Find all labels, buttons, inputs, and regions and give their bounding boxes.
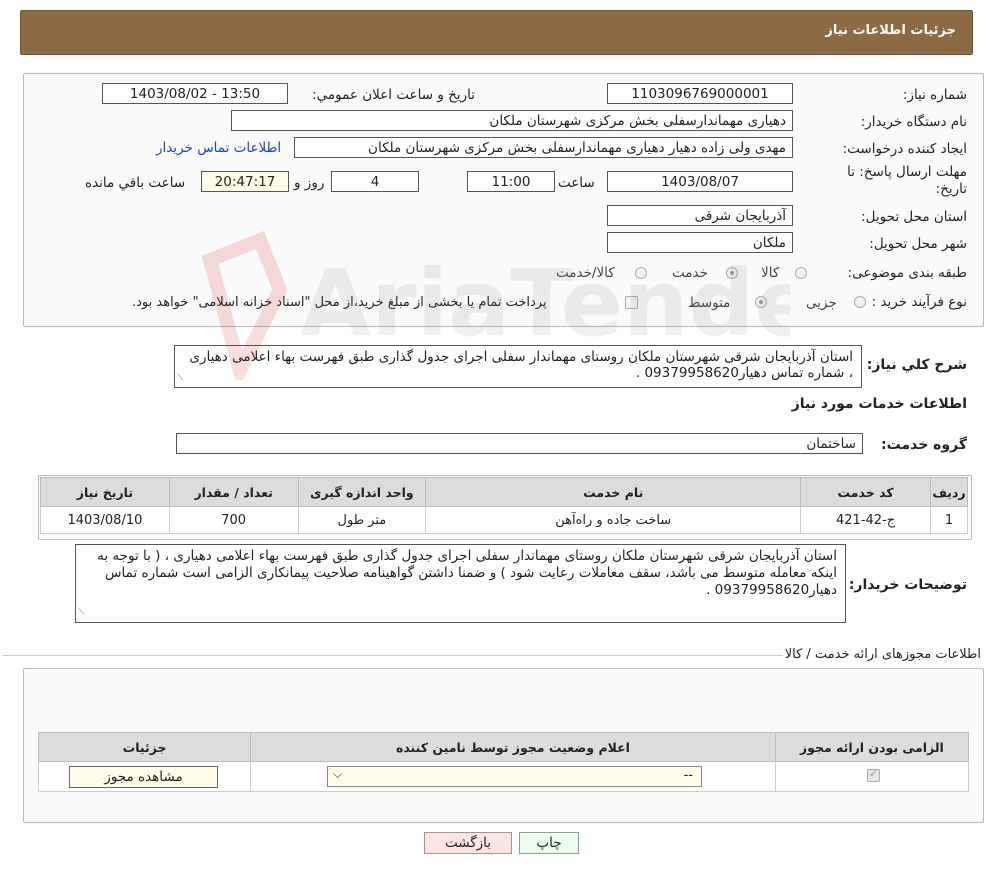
announce-label: تاریخ و ساعت اعلان عمومي: — [312, 87, 475, 103]
services-table: تاریخ نیاز تعداد / مقدار واحد اندازه گیر… — [40, 477, 969, 534]
creator-field: مهدی ولی زاده دهیار دهیاری مهماندارسفلی … — [294, 137, 793, 158]
announce-datetime-field: 1403/08/02 - 13:50 — [102, 83, 288, 104]
col-permit-required: الزامی بودن ارائه مجوز — [774, 732, 970, 762]
col-details: جزئیات — [37, 732, 252, 762]
buyer-org-label: نام دستگاه خریدار: — [860, 114, 967, 130]
page-title: جزئیات اطلاعات نیاز — [825, 23, 956, 38]
creator-label: ایجاد کننده درخواست: — [842, 141, 967, 157]
deadline-label: مهلت ارسال پاسخ: تا تاریخ: — [847, 164, 967, 197]
cell-unit: متر طول — [297, 506, 427, 534]
process-option-minor: جزیی — [806, 295, 837, 311]
check-icon: ✓ — [869, 767, 879, 780]
service-group-label: گروه خدمت: — [881, 437, 967, 453]
buyer-org-field: دهیاری مهماندارسفلی بخش مرکزی شهرستان مل… — [231, 110, 793, 131]
cell-name: ساخت جاده و راه‌آهن — [425, 506, 802, 534]
col-unit: واحد اندازه گیری — [297, 477, 427, 507]
service-group-field: ساختمان — [176, 433, 863, 454]
col-date: تاریخ نیاز — [40, 477, 170, 507]
category-label: طبقه بندی موضوعی: — [847, 265, 967, 281]
permit-status-select[interactable]: ⌵ -- — [327, 766, 702, 787]
permits-divider — [3, 655, 783, 656]
summary-label: شرح کلي نياز: — [866, 357, 967, 373]
chevron-down-icon: ⌵ — [333, 767, 343, 781]
table-row: 1403/08/10 700 متر طول ساخت جاده و راه‌آ… — [40, 506, 969, 534]
days-label: روز و — [294, 175, 325, 191]
process-radio-medium[interactable] — [755, 296, 767, 308]
remaining-time-label: ساعت باقي مانده — [85, 175, 186, 191]
city-label: شهر محل تحویل: — [869, 236, 967, 252]
payment-checkbox[interactable] — [625, 296, 638, 309]
remaining-time-field: 20:47:17 — [201, 171, 289, 192]
deadline-time-field: 11:00 — [467, 171, 555, 192]
cell-index: 1 — [929, 506, 969, 534]
city-field: ملکان — [607, 232, 793, 253]
need-number-field: 1103096769000001 — [607, 83, 793, 104]
resize-grip-icon[interactable]: ⟋ — [78, 604, 84, 621]
view-permit-button[interactable]: مشاهده مجوز — [69, 766, 218, 788]
payment-note: پرداخت تمام یا بخشی از مبلغ خرید،از محل … — [132, 295, 547, 310]
buyer-notes-label: توضیحات خریدار: — [848, 577, 967, 593]
process-option-medium: متوسط — [688, 295, 731, 311]
summary-text: استان آذربایجان شرقی شهرستان ملکان روستا… — [174, 345, 862, 388]
col-code: کد خدمت — [800, 477, 931, 507]
col-permit-status: اعلام وضعیت مجوز توسط نامین کننده — [250, 732, 776, 762]
category-option-goods-service: کالا/خدمت — [556, 265, 615, 281]
category-radio-goods-service[interactable] — [635, 267, 647, 279]
province-label: استان محل تحویل: — [861, 209, 967, 225]
category-option-goods: کالا — [761, 265, 780, 281]
resize-grip-icon[interactable]: ⟋ — [177, 370, 183, 386]
permits-table-header: جزئیات اعلام وضعیت مجوز توسط نامین کننده… — [37, 732, 970, 762]
category-radio-goods[interactable] — [795, 267, 807, 279]
print-button[interactable]: چاپ — [519, 832, 579, 854]
buyer-contact-link[interactable]: اطلاعات تماس خریدار — [156, 140, 281, 156]
province-field: آذربایجان شرقی — [607, 205, 793, 226]
permits-section-title: اطلاعات مجوزهای ارائه خدمت / کالا — [784, 647, 981, 662]
col-name: نام خدمت — [425, 477, 802, 507]
services-section-title: اطلاعات خدمات مورد نیاز — [791, 396, 967, 412]
page-header: جزئیات اطلاعات نیاز — [20, 10, 973, 55]
category-radio-service[interactable] — [726, 267, 738, 279]
deadline-time-label: ساعت — [558, 175, 595, 191]
days-remaining-field: 4 — [331, 171, 419, 192]
col-qty: تعداد / مقدار — [168, 477, 299, 507]
process-label: نوع فرآیند خرید : — [871, 294, 967, 310]
need-number-label: شماره نیاز: — [902, 87, 967, 103]
services-table-header: تاریخ نیاز تعداد / مقدار واحد اندازه گیر… — [40, 477, 969, 507]
back-button[interactable]: بازگشت — [424, 832, 512, 854]
cell-date: 1403/08/10 — [40, 506, 170, 534]
permit-required-checkbox: ✓ — [867, 767, 880, 782]
category-option-service: خدمت — [672, 265, 708, 281]
deadline-date-field: 1403/08/07 — [607, 171, 793, 192]
col-index: ردیف — [929, 477, 969, 507]
process-radio-minor[interactable] — [854, 296, 866, 308]
buyer-notes-text: استان آذربایجان شرقی شهرستان ملکان روستا… — [75, 544, 846, 623]
cell-qty: 700 — [168, 506, 299, 534]
permit-status-value: -- — [683, 768, 693, 783]
cell-code: ج-42-421 — [800, 506, 931, 534]
